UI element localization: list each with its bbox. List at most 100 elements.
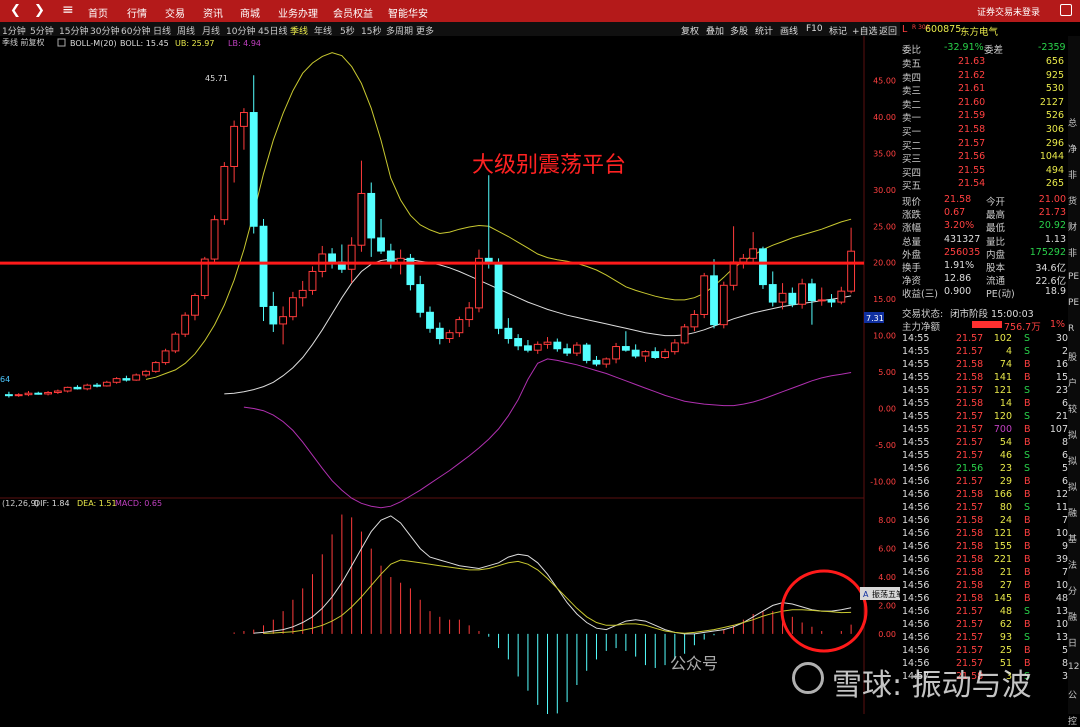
- stock-name: 东方电气: [960, 27, 999, 38]
- login-status[interactable]: 证券交易未登录: [977, 5, 1040, 18]
- menu-news[interactable]: 资讯: [203, 5, 223, 20]
- tick-row[interactable]: 14:56 21.56 23 S 5: [900, 463, 1070, 474]
- hamburger-menu-icon[interactable]: ≡: [62, 2, 74, 18]
- tick-row[interactable]: 14:55 21.58 14 B 6: [900, 398, 1070, 409]
- f10-item[interactable]: 拟: [1068, 428, 1077, 441]
- bid-label: 买五: [902, 181, 922, 192]
- quote-row: 涨跌 0.67 最高 21.73: [900, 207, 1070, 221]
- bid-label: 买三: [902, 154, 922, 165]
- candle-body: [504, 327, 513, 340]
- candle-body: [426, 311, 434, 329]
- bid-volume: 265: [1045, 178, 1064, 189]
- menu-business[interactable]: 业务办理: [278, 5, 318, 20]
- f10-item[interactable]: 融: [1068, 506, 1077, 519]
- forward-arrow-icon[interactable]: ❯: [34, 3, 45, 18]
- candle-body: [240, 112, 248, 127]
- quote-label: 总量: [902, 236, 922, 248]
- tick-row[interactable]: 14:55 21.57 54 B 8: [900, 437, 1070, 448]
- menu-smart[interactable]: 智能华安: [388, 5, 428, 20]
- bid-label: 买一: [902, 127, 922, 138]
- candle-body: [220, 165, 229, 221]
- tick-time: 14:55: [902, 424, 930, 435]
- tick-row[interactable]: 14:56 21.57 29 B 6: [900, 476, 1070, 487]
- f10-item[interactable]: 户: [1068, 376, 1077, 389]
- tick-row[interactable]: 14:55 21.57 121 S 23: [900, 385, 1070, 396]
- ask-row: 卖四 21.62 925: [900, 70, 1070, 84]
- candle-body: [827, 299, 836, 303]
- tick-row[interactable]: 14:55 21.57 102 S 30: [900, 333, 1070, 344]
- tick-volume: 121: [993, 528, 1012, 539]
- tick-side: B: [1024, 476, 1031, 487]
- tick-row[interactable]: 14:56 21.58 145 B 48: [900, 593, 1070, 604]
- tick-row[interactable]: 14:56 21.57 80 S 11: [900, 502, 1070, 513]
- f10-item[interactable]: 非: [1068, 246, 1077, 259]
- f10-item[interactable]: 公: [1068, 688, 1077, 701]
- f10-item[interactable]: 12: [1068, 662, 1079, 672]
- tool-f10[interactable]: F10: [806, 24, 823, 34]
- f10-item[interactable]: R: [1068, 324, 1074, 334]
- tick-count: 10: [1055, 528, 1068, 539]
- f10-item[interactable]: PE: [1068, 298, 1079, 308]
- candle-body: [651, 351, 660, 358]
- menu-home[interactable]: 首页: [88, 5, 108, 20]
- f10-item[interactable]: 财: [1068, 220, 1077, 233]
- f10-item[interactable]: 非: [1068, 168, 1077, 181]
- f10-item[interactable]: 分: [1068, 584, 1077, 597]
- f10-item[interactable]: 净: [1068, 142, 1077, 155]
- y-axis-label: -5.00: [875, 441, 896, 450]
- menu-mall[interactable]: 商城: [240, 5, 260, 20]
- quote-label: 现价: [902, 197, 922, 208]
- tick-row[interactable]: 14:56 21.57 93 S 13: [900, 632, 1070, 643]
- f10-item[interactable]: 日: [1068, 636, 1077, 649]
- tick-volume: 24: [999, 515, 1012, 526]
- tick-row[interactable]: 14:55 21.58 74 B 16: [900, 359, 1070, 370]
- tick-time: 14:55: [902, 450, 930, 461]
- tick-row[interactable]: 14:56 21.58 155 B 9: [900, 541, 1070, 552]
- f10-item[interactable]: 货: [1068, 194, 1077, 207]
- candle-body: [817, 299, 826, 302]
- f10-item[interactable]: 总: [1068, 116, 1077, 129]
- bid-row: 买一 21.58 306: [900, 124, 1070, 138]
- tick-price: 21.57: [956, 606, 984, 617]
- bid-row: 买二 21.57 296: [900, 138, 1070, 152]
- tick-row[interactable]: 14:55 21.58 141 B 15: [900, 372, 1070, 383]
- f10-item[interactable]: 法: [1068, 558, 1077, 571]
- kline-chart[interactable]: 季线 前复权 BOLL-M(20) BOLL: 15.45 UB: 25.97 LB: …: [0, 36, 900, 714]
- order-diff-value: -2359: [1038, 42, 1066, 53]
- menu-market[interactable]: 行情: [127, 5, 147, 20]
- f10-item[interactable]: 基: [1068, 532, 1077, 545]
- f10-item[interactable]: 融: [1068, 610, 1077, 623]
- quote-label: 涨幅: [902, 223, 922, 235]
- f10-item[interactable]: 较: [1068, 402, 1077, 415]
- tick-row[interactable]: 14:56 21.58 166 B 12: [900, 489, 1070, 500]
- window-icon[interactable]: [1060, 4, 1072, 16]
- menu-trade[interactable]: 交易: [165, 5, 185, 20]
- tick-row[interactable]: 14:56 21.58 24 B 7: [900, 515, 1070, 526]
- tick-row[interactable]: 14:56 21.58 27 B 10: [900, 580, 1070, 591]
- menu-member[interactable]: 会员权益: [333, 5, 373, 20]
- f10-item[interactable]: 拟: [1068, 454, 1077, 467]
- macd-axis-label: 8.00: [878, 516, 896, 525]
- tick-row[interactable]: 14:55 21.57 4 S 2: [900, 346, 1070, 357]
- tick-row[interactable]: 14:56 21.58 121 B 10: [900, 528, 1070, 539]
- candle-body: [161, 350, 170, 364]
- tick-row[interactable]: 14:56 21.58 21 B 7: [900, 567, 1070, 578]
- tick-row[interactable]: 14:56 21.57 48 S 13: [900, 606, 1070, 617]
- candle-body: [543, 341, 552, 345]
- tick-side: B: [1024, 619, 1031, 630]
- tick-row[interactable]: 14:56 21.57 62 B 10: [900, 619, 1070, 630]
- tick-row[interactable]: 14:55 21.57 700 B 107: [900, 424, 1070, 435]
- bid-label: 买二: [902, 140, 922, 152]
- tick-row[interactable]: 14:55 21.57 120 S 21: [900, 411, 1070, 422]
- bid-row: 买四 21.55 494: [900, 165, 1070, 179]
- tick-row[interactable]: 14:56 21.57 25 B 5: [900, 645, 1070, 656]
- f10-item[interactable]: 拟: [1068, 480, 1077, 493]
- back-arrow-icon[interactable]: ❮: [10, 3, 21, 18]
- tick-row[interactable]: 14:55 21.57 46 S 6: [900, 450, 1070, 461]
- f10-item[interactable]: 股: [1068, 350, 1077, 363]
- tick-price: 21.57: [956, 619, 984, 630]
- f10-item[interactable]: 控: [1068, 714, 1077, 727]
- ask-label: 卖三: [902, 86, 922, 97]
- f10-item[interactable]: PE: [1068, 272, 1079, 282]
- tick-row[interactable]: 14:56 21.58 221 B 39: [900, 554, 1070, 565]
